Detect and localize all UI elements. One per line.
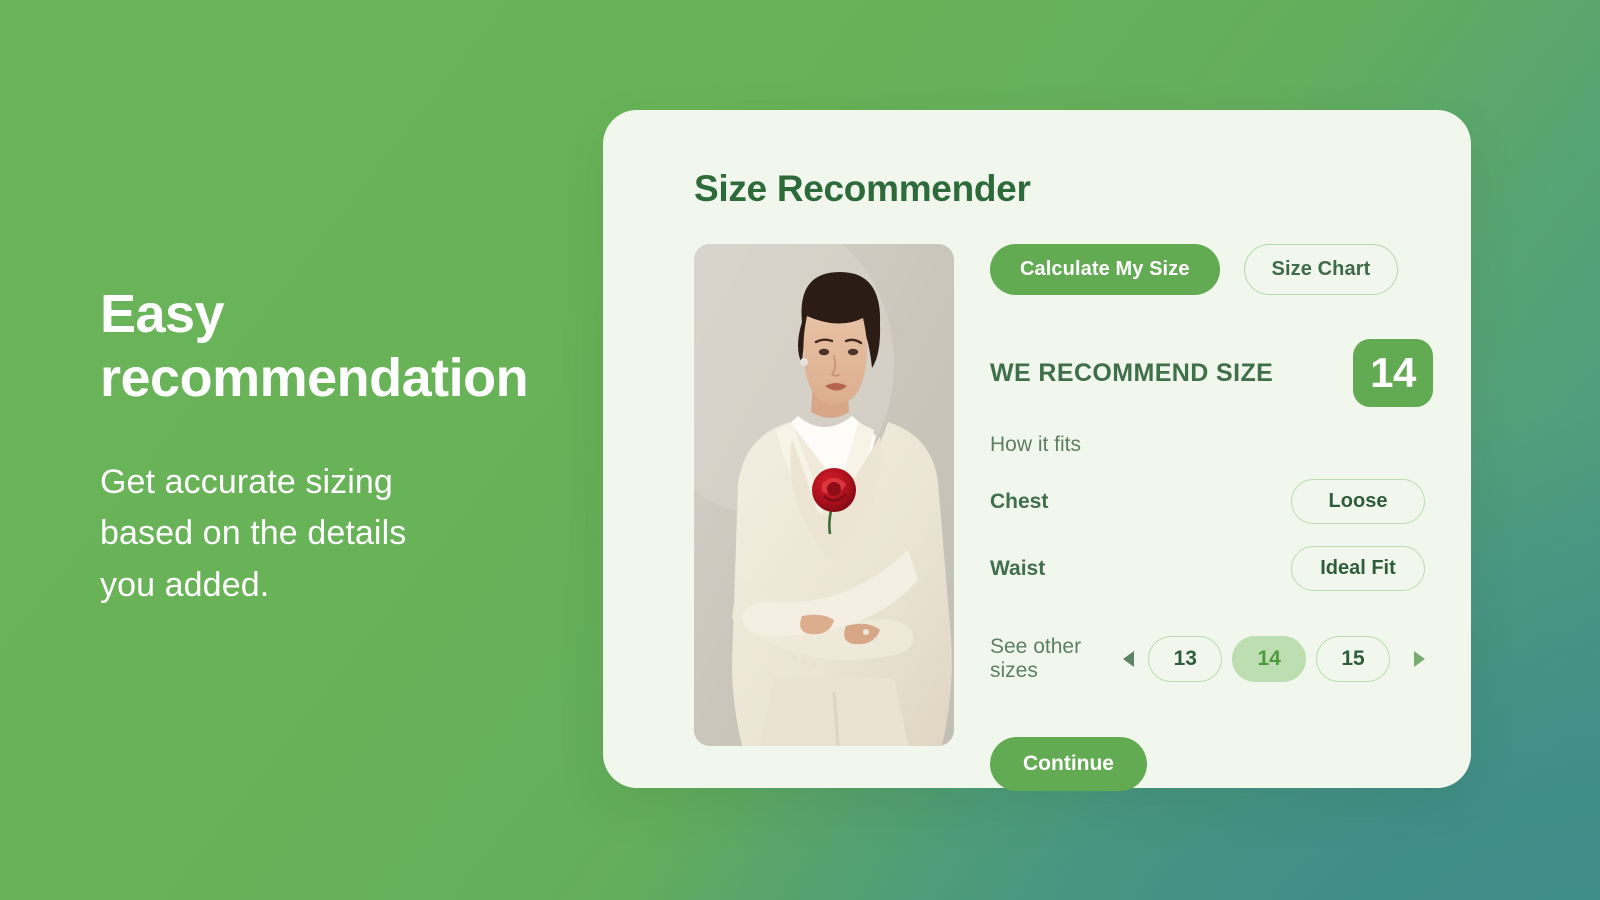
caret-left-icon[interactable] xyxy=(1123,651,1135,667)
recommendation-pane: Calculate My Size Size Chart WE RECOMMEN… xyxy=(990,244,1433,791)
product-image xyxy=(694,244,954,746)
continue-button[interactable]: Continue xyxy=(990,737,1147,791)
product-photo-illustration xyxy=(694,244,954,746)
recommended-size-badge: 14 xyxy=(1353,339,1433,407)
recommend-label: WE RECOMMEND SIZE xyxy=(990,358,1274,387)
fit-label-waist: Waist xyxy=(990,556,1046,580)
how-it-fits-heading: How it fits xyxy=(990,433,1082,456)
continue-wrap: Continue xyxy=(990,737,1425,791)
other-sizes-label: See other sizes xyxy=(990,635,1082,682)
hero-title: Easy recommendation xyxy=(100,284,529,409)
caret-right-icon[interactable] xyxy=(1414,651,1425,667)
hero-subtitle: Get accurate sizing based on the details… xyxy=(100,462,407,604)
recommended-size-row: WE RECOMMEND SIZE 14 xyxy=(990,339,1433,407)
card-body: Calculate My Size Size Chart WE RECOMMEN… xyxy=(694,244,1433,791)
tab-size-chart[interactable]: Size Chart xyxy=(1243,244,1399,295)
size-recommender-card: Size Recommender Calculate My Size Size … xyxy=(603,110,1471,791)
fit-label-chest: Chest xyxy=(990,489,1049,513)
fit-row-waist: Waist Ideal Fit xyxy=(990,546,1425,591)
size-option-15[interactable]: 15 xyxy=(1316,636,1390,682)
fit-value-waist[interactable]: Ideal Fit xyxy=(1291,546,1425,591)
hero-copy: Easy recommendation Get accurate sizing … xyxy=(100,282,580,612)
tab-calculate-my-size[interactable]: Calculate My Size xyxy=(990,244,1220,295)
size-option-13[interactable]: 13 xyxy=(1148,636,1223,682)
fit-row-chest: Chest Loose xyxy=(990,479,1425,524)
other-sizes-row: See other sizes 13 14 15 xyxy=(990,635,1425,683)
tab-group: Calculate My Size Size Chart xyxy=(990,244,1425,295)
page-title: Size Recommender xyxy=(694,168,1031,209)
size-option-14[interactable]: 14 xyxy=(1232,636,1307,682)
fit-value-chest[interactable]: Loose xyxy=(1291,479,1425,524)
